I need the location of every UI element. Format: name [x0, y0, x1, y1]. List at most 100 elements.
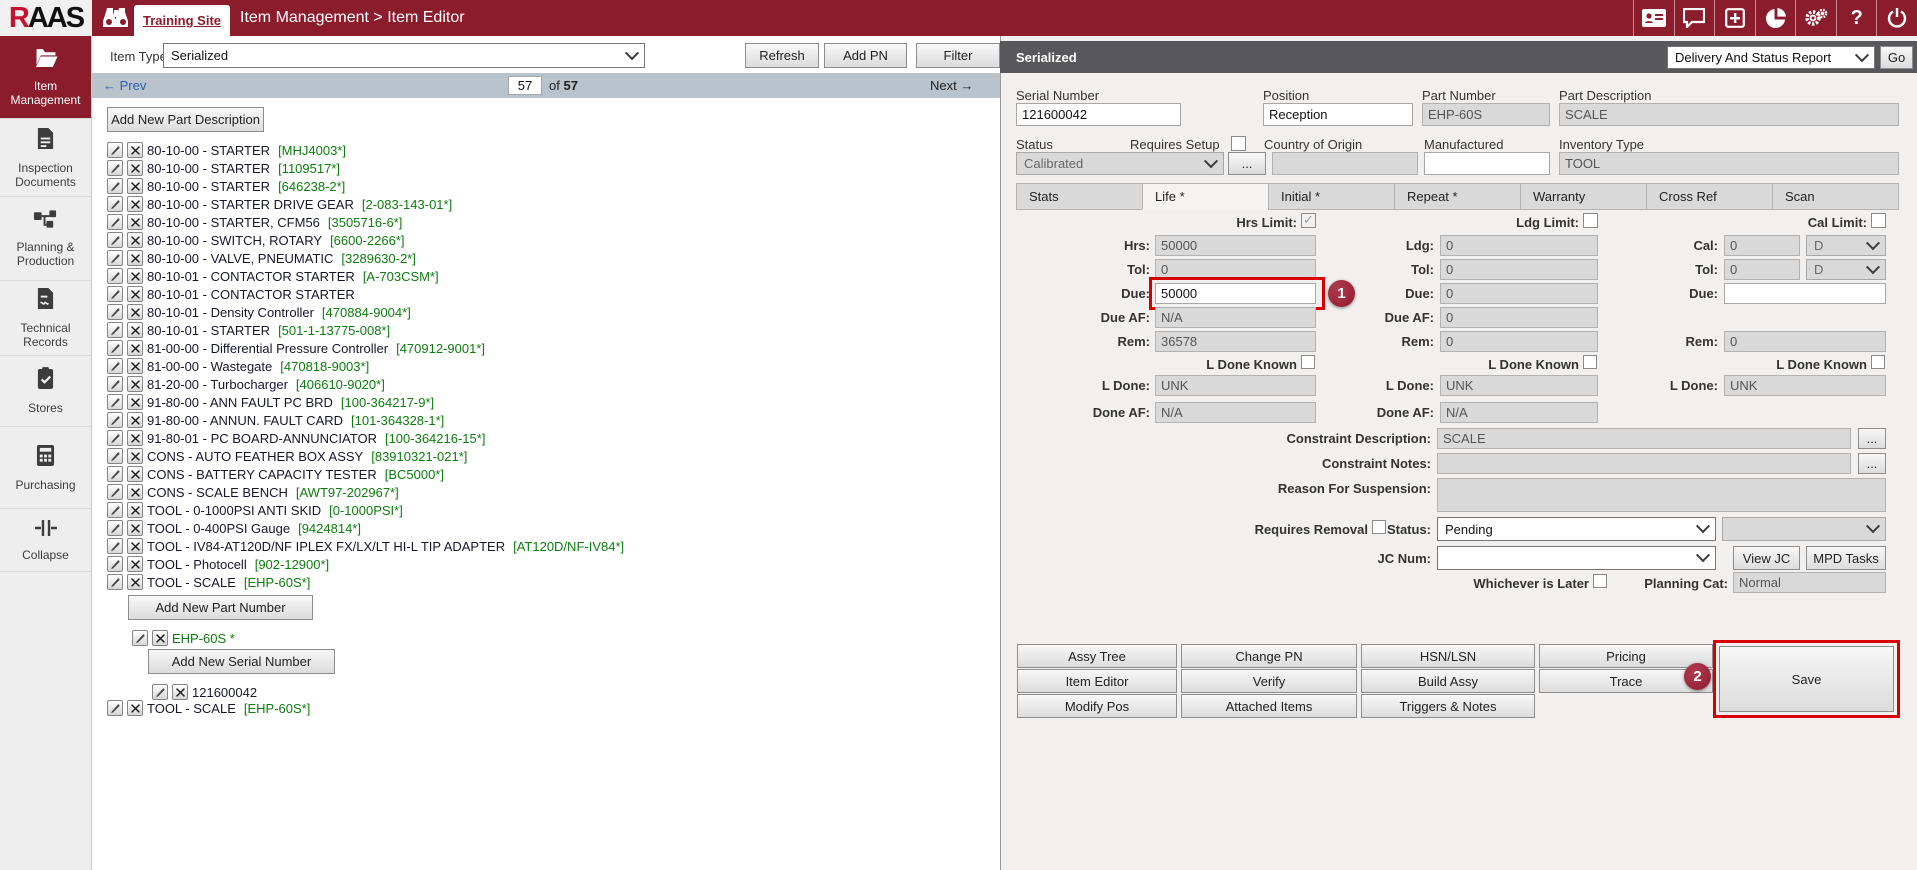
- site-tab-training[interactable]: Training Site: [134, 5, 230, 36]
- go-button[interactable]: Go: [1880, 46, 1913, 69]
- part-number-label[interactable]: [MHJ4003*]: [278, 143, 346, 158]
- build-assy-button[interactable]: Build Assy: [1361, 669, 1535, 693]
- part-number-label[interactable]: [406610-9020*]: [296, 377, 385, 392]
- edit-item-button[interactable]: [107, 196, 123, 212]
- part-number-label[interactable]: [100-364216-15*]: [385, 431, 485, 446]
- part-number-label[interactable]: [902-12900*]: [255, 557, 329, 572]
- ldg-l-done-known-checkbox[interactable]: [1583, 355, 1597, 369]
- part-description-label[interactable]: 81-00-00 - Wastegate: [147, 359, 272, 374]
- part-description-label[interactable]: TOOL - 0-1000PSI ANTI SKID: [147, 503, 321, 518]
- cal-unit-select[interactable]: D: [1806, 235, 1886, 256]
- part-number-label[interactable]: [EHP-60S*]: [244, 575, 310, 590]
- part-number-label[interactable]: [470912-9001*]: [396, 341, 485, 356]
- whichever-is-later-checkbox[interactable]: [1593, 574, 1607, 588]
- part-description-label[interactable]: TOOL - Photocell: [147, 557, 247, 572]
- sidebar-item-technical-records[interactable]: Technical Records: [0, 281, 91, 356]
- part-number-label[interactable]: [470884-9004*]: [322, 305, 411, 320]
- serial-number-input[interactable]: [1016, 103, 1181, 126]
- power-icon[interactable]: [1876, 0, 1917, 36]
- part-number-label[interactable]: [6600-2266*]: [330, 233, 404, 248]
- settings-icon[interactable]: [1795, 0, 1836, 36]
- delete-item-button[interactable]: [127, 556, 143, 572]
- add-pn-button[interactable]: Add PN: [824, 43, 907, 68]
- edit-item-button[interactable]: [107, 340, 123, 356]
- delete-item-button[interactable]: [127, 322, 143, 338]
- add-new-part-number-button[interactable]: Add New Part Number: [128, 595, 313, 620]
- delete-item-button[interactable]: [127, 502, 143, 518]
- cal-l-done-known-checkbox[interactable]: [1871, 355, 1885, 369]
- edit-item-button[interactable]: [107, 700, 123, 716]
- part-description-label[interactable]: TOOL - SCALE: [147, 575, 236, 590]
- tab-stats[interactable]: Stats: [1016, 183, 1142, 210]
- part-number-label[interactable]: [A-703CSM*]: [363, 269, 439, 284]
- hrs-l-done-known-checkbox[interactable]: [1301, 355, 1315, 369]
- edit-item-button[interactable]: [107, 160, 123, 176]
- edit-item-button[interactable]: [107, 520, 123, 536]
- delete-item-button[interactable]: [127, 178, 143, 194]
- edit-item-button[interactable]: [107, 556, 123, 572]
- position-input[interactable]: [1263, 103, 1413, 126]
- edit-item-button[interactable]: [152, 684, 168, 700]
- part-number-label[interactable]: [3289630-2*]: [341, 251, 415, 266]
- jc-num-select[interactable]: [1437, 546, 1716, 570]
- part-number-label[interactable]: [83910321-021*]: [371, 449, 467, 464]
- change-pn-button[interactable]: Change PN: [1181, 644, 1357, 668]
- requires-setup-checkbox[interactable]: [1231, 136, 1246, 151]
- delete-item-button[interactable]: [127, 430, 143, 446]
- serial-number-node-label[interactable]: 121600042: [192, 685, 257, 700]
- prev-link[interactable]: ← Prev: [103, 78, 146, 93]
- part-description-label[interactable]: 80-10-01 - STARTER: [147, 323, 270, 338]
- part-description-label[interactable]: 80-10-01 - CONTACTOR STARTER: [147, 287, 355, 302]
- requires-removal-checkbox[interactable]: [1372, 520, 1386, 534]
- hsn-lsn-button[interactable]: HSN/LSN: [1361, 644, 1535, 668]
- edit-item-button[interactable]: [107, 448, 123, 464]
- add-new-serial-number-button[interactable]: Add New Serial Number: [148, 649, 335, 674]
- delete-item-button[interactable]: [127, 448, 143, 464]
- delete-item-button[interactable]: [127, 340, 143, 356]
- delete-item-button[interactable]: [127, 160, 143, 176]
- part-description-label[interactable]: 81-20-00 - Turbocharger: [147, 377, 288, 392]
- view-jc-button[interactable]: View JC: [1733, 546, 1800, 570]
- part-description-label[interactable]: 80-10-00 - STARTER, CFM56: [147, 215, 320, 230]
- help-icon[interactable]: ?: [1836, 0, 1877, 36]
- edit-item-button[interactable]: [107, 574, 123, 590]
- part-number-label[interactable]: [AT120D/NF-IV84*]: [513, 539, 624, 554]
- part-description-label[interactable]: TOOL - IV84-AT120D/NF IPLEX FX/LX/LT HI-…: [147, 539, 505, 554]
- part-number-label[interactable]: [3505716-6*]: [328, 215, 402, 230]
- part-number-label[interactable]: [100-364217-9*]: [341, 395, 434, 410]
- edit-item-button[interactable]: [107, 142, 123, 158]
- tab-scan[interactable]: Scan: [1772, 183, 1899, 210]
- delete-item-button[interactable]: [127, 376, 143, 392]
- sidebar-item-purchasing[interactable]: Purchasing: [0, 427, 91, 509]
- sidebar-item-planning-production[interactable]: Planning & Production: [0, 197, 91, 281]
- part-description-label[interactable]: 80-10-00 - STARTER DRIVE GEAR: [147, 197, 354, 212]
- cal-limit-checkbox[interactable]: [1871, 213, 1886, 228]
- part-description-label[interactable]: 80-10-00 - SWITCH, ROTARY: [147, 233, 322, 248]
- sidebar-item-stores[interactable]: Stores: [0, 356, 91, 427]
- delete-item-button[interactable]: [127, 304, 143, 320]
- part-description-label[interactable]: CONS - AUTO FEATHER BOX ASSY: [147, 449, 363, 464]
- hrs-due-input[interactable]: [1155, 283, 1316, 304]
- constraint-notes-ellipsis-button[interactable]: ...: [1858, 453, 1886, 474]
- edit-item-button[interactable]: [132, 630, 148, 646]
- delete-item-button[interactable]: [127, 358, 143, 374]
- status-ellipsis-button[interactable]: ...: [1228, 152, 1266, 175]
- delete-item-button[interactable]: [127, 412, 143, 428]
- part-number-label[interactable]: [1109517*]: [278, 161, 340, 176]
- edit-item-button[interactable]: [107, 178, 123, 194]
- delete-item-button[interactable]: [127, 286, 143, 302]
- add-new-part-description-button[interactable]: Add New Part Description: [107, 107, 264, 132]
- part-number-node-label[interactable]: EHP-60S *: [172, 631, 235, 646]
- pie-chart-icon[interactable]: [1755, 0, 1796, 36]
- sidebar-item-inspection-documents[interactable]: Inspection Documents: [0, 119, 91, 197]
- save-button[interactable]: Save: [1719, 646, 1894, 712]
- delete-item-button[interactable]: [127, 466, 143, 482]
- delete-item-button[interactable]: [172, 684, 188, 700]
- edit-item-button[interactable]: [107, 268, 123, 284]
- tab-warranty[interactable]: Warranty: [1520, 183, 1646, 210]
- pricing-button[interactable]: Pricing: [1539, 644, 1713, 668]
- attached-items-button[interactable]: Attached Items: [1181, 694, 1357, 718]
- next-link[interactable]: Next →: [930, 78, 973, 93]
- verify-button[interactable]: Verify: [1181, 669, 1357, 693]
- binoculars-icon[interactable]: [102, 7, 130, 33]
